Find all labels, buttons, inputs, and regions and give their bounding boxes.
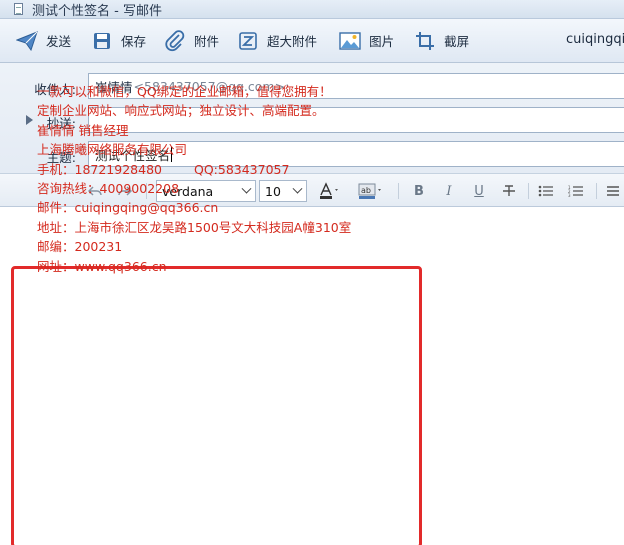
- signature-line: 上海腾曦网络服务有限公司: [37, 142, 188, 158]
- save-icon: [91, 30, 113, 52]
- signature-line: 定制企业网站、响应式网站；独立设计、高端配置。: [37, 103, 325, 119]
- image-button[interactable]: 图片: [333, 26, 400, 56]
- signature-line: 崔情情 销售经理: [37, 122, 129, 138]
- signature-block: 一款可以和微信，QQ绑定的企业邮箱，值得您拥有！ 定制企业网站、响应式网站；独立…: [37, 82, 351, 276]
- italic-icon[interactable]: I: [440, 181, 458, 201]
- highlight-color-icon[interactable]: ab: [358, 181, 384, 201]
- account-name[interactable]: cuiqingqing: [566, 32, 624, 47]
- signature-line: 邮件：cuiqingqing@qq366.cn: [37, 200, 219, 216]
- signature-line: 一款可以和微信，QQ绑定的企业邮箱，值得您拥有！: [37, 84, 332, 99]
- signature-line: 网址：www.qq366.cn: [37, 258, 167, 274]
- toolbar-divider: [528, 183, 529, 199]
- signature-line: 邮编：200231: [37, 239, 123, 255]
- save-button[interactable]: 保存: [85, 26, 152, 56]
- big-attachment-icon: [237, 30, 259, 52]
- bold-icon[interactable]: B: [410, 181, 428, 201]
- paperclip-icon: [164, 29, 186, 52]
- toolbar-divider: [398, 183, 399, 199]
- compose-toolbar: 发送 保存 附件 超大附件 图片 截屏 cuiqingqing: [0, 19, 624, 63]
- image-icon: [339, 30, 361, 52]
- signature-qq: QQ:583437057: [193, 161, 290, 177]
- signature-line: 咨询热线：4009002208: [37, 180, 180, 196]
- svg-text:3: 3: [568, 193, 571, 197]
- signature-line: 手机：18721928480 QQ:583437057: [37, 160, 351, 179]
- signature-phone: 手机：18721928480: [37, 161, 162, 177]
- align-icon[interactable]: [604, 181, 622, 201]
- attach-button[interactable]: 附件: [158, 26, 225, 56]
- send-icon: [16, 30, 38, 52]
- svg-text:ab: ab: [361, 186, 371, 195]
- window-title: 测试个性签名 - 写邮件: [32, 3, 162, 19]
- numbered-list-icon[interactable]: 123: [566, 181, 586, 201]
- strikethrough-icon[interactable]: [500, 181, 518, 201]
- title-bar: 测试个性签名 - 写邮件: [0, 0, 624, 19]
- big-attachment-button[interactable]: 超大附件: [231, 26, 323, 56]
- signature-highlight-box: [11, 266, 422, 545]
- bullet-list-icon[interactable]: [536, 181, 556, 201]
- screenshot-button[interactable]: 截屏: [408, 26, 475, 56]
- toolbar-divider: [596, 183, 597, 199]
- expand-cc-icon[interactable]: [26, 115, 33, 125]
- underline-icon[interactable]: U: [470, 181, 488, 201]
- send-button[interactable]: 发送: [10, 26, 77, 56]
- crop-icon: [414, 30, 436, 52]
- document-icon: [14, 3, 23, 15]
- signature-line: 地址：上海市徐汇区龙吴路1500号文大科技园A幢310室: [37, 219, 352, 235]
